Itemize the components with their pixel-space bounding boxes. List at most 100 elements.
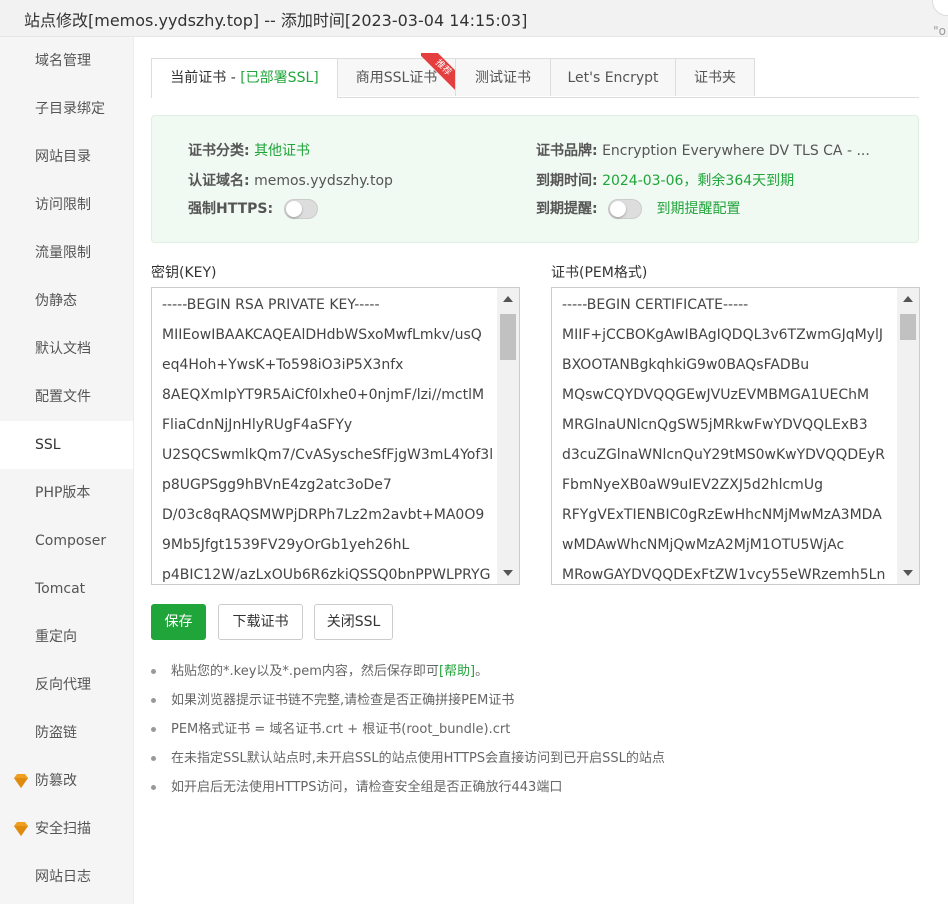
- tab-label: 当前证书 -: [170, 70, 241, 86]
- sidebar-item-label: Tomcat: [35, 581, 86, 597]
- scroll-down-icon[interactable]: [903, 570, 913, 576]
- window-title: 站点修改[memos.yydszhy.top] -- 添加时间[2023-03-…: [24, 11, 528, 30]
- cert-line: wMDAwWhcNMjQwMzA2MjM1OTU5WjAc: [562, 537, 845, 553]
- sidebar-item-label: 反向代理: [35, 677, 91, 693]
- save-button[interactable]: 保存: [151, 604, 206, 640]
- tab-commercial-ssl[interactable]: 商用SSL证书 推荐: [337, 53, 461, 96]
- cert-line: BXOOTANBgkqhkiG9w0BAQsFADBu: [562, 357, 810, 373]
- window-extra-text: "o: [933, 24, 946, 38]
- sidebar-item-composer[interactable]: Composer: [0, 517, 133, 565]
- expire-reminder-toggle[interactable]: [608, 199, 643, 219]
- sidebar-item-reverse-proxy[interactable]: 反向代理: [0, 661, 133, 709]
- sidebar-item-subdir[interactable]: 子目录绑定: [0, 85, 133, 133]
- expire-reminder: 到期提醒: 到期提醒配置: [536, 198, 741, 219]
- sidebar-item-label: 重定向: [35, 629, 77, 645]
- tip-item: 如果浏览器提示证书链不完整,请检查是否正确拼接PEM证书: [151, 686, 919, 715]
- tab-test-cert[interactable]: 测试证书: [455, 58, 551, 96]
- key-line: D/03c8qRAQSMWPjDRPh7Lz2m2avbt+MA0O9: [162, 507, 485, 523]
- sidebar-item-site-log[interactable]: 网站日志: [0, 853, 133, 901]
- force-https-label: 强制HTTPS:: [188, 201, 274, 217]
- gem-icon: [14, 822, 28, 836]
- sidebar-item-tamper-proof[interactable]: 防篡改: [0, 757, 133, 805]
- scroll-down-icon[interactable]: [503, 570, 513, 576]
- sidebar-item-site-dir[interactable]: 网站目录: [0, 133, 133, 181]
- tip-item: 如开启后无法使用HTTPS访问，请检查安全组是否正确放行443端口: [151, 773, 919, 802]
- sidebar-item-access-limit[interactable]: 访问限制: [0, 181, 133, 229]
- sidebar-item-tomcat[interactable]: Tomcat: [0, 565, 133, 613]
- gem-icon: [14, 774, 28, 788]
- tip-item: 在未指定SSL默认站点时,未开启SSL的站点使用HTTPS会直接访问到已开启SS…: [151, 744, 919, 773]
- cert-label: 证书(PEM格式): [551, 265, 648, 281]
- tab-cert-folder[interactable]: 证书夹: [675, 58, 755, 96]
- force-https: 强制HTTPS:: [188, 198, 318, 219]
- cert-expire: 到期时间: 2024-03-06，剩余364天到期: [536, 170, 794, 190]
- key-textarea[interactable]: -----BEGIN RSA PRIVATE KEY----- MIIEowIB…: [151, 287, 520, 585]
- scroll-up-icon[interactable]: [903, 296, 913, 302]
- tab-current-cert[interactable]: 当前证书 - [已部署SSL]: [151, 58, 338, 98]
- close-icon[interactable]: [932, 0, 948, 16]
- key-line: 9Mb5Jfgt1539FV29yOrGb1yeh26hL: [162, 537, 410, 553]
- scroll-up-icon[interactable]: [503, 296, 513, 302]
- sidebar-item-label: 域名管理: [35, 53, 91, 69]
- cert-info-panel: 证书分类: 其他证书 证书品牌: Encryption Everywhere D…: [151, 115, 919, 243]
- toggle-knob: [285, 201, 302, 217]
- sidebar-item-ssl[interactable]: SSL: [0, 421, 133, 469]
- sidebar-item-label: PHP版本: [35, 485, 91, 501]
- key-line: eq4Hoh+YwsK+To598iO3iP5X3nfx: [162, 357, 404, 373]
- cert-line: MIIF+jCCBOKgAwIBAgIQDQL3v6TZwmGJqMylJ: [562, 327, 883, 343]
- cert-brand-value: Encryption Everywhere DV TLS CA - ...: [602, 143, 870, 159]
- sidebar-item-default-doc[interactable]: 默认文档: [0, 325, 133, 373]
- tips-list: 粘贴您的*.key以及*.pem内容，然后保存即可[帮助]。 如果浏览器提示证书…: [151, 657, 919, 802]
- sidebar-item-domain[interactable]: 域名管理: [0, 37, 133, 85]
- key-content: -----BEGIN RSA PRIVATE KEY----- MIIEowIB…: [162, 294, 493, 584]
- cert-scrollbar[interactable]: [897, 288, 919, 584]
- key-scrollbar[interactable]: [497, 288, 519, 584]
- sidebar-item-rewrite[interactable]: 伪静态: [0, 277, 133, 325]
- tip-text: 粘贴您的*.key以及*.pem内容，然后保存即可: [171, 664, 439, 679]
- expire-reminder-label: 到期提醒:: [536, 201, 598, 217]
- sidebar-item-label: 配置文件: [35, 389, 91, 405]
- toggle-knob: [610, 201, 627, 217]
- cert-textarea[interactable]: -----BEGIN CERTIFICATE----- MIIF+jCCBOKg…: [551, 287, 920, 585]
- tab-label: 测试证书: [475, 70, 531, 86]
- sidebar-item-traffic-limit[interactable]: 流量限制: [0, 229, 133, 277]
- scroll-thumb[interactable]: [900, 314, 916, 340]
- cert-brand-label: 证书品牌:: [536, 143, 598, 159]
- sidebar-item-label: 默认文档: [35, 341, 91, 357]
- cert-expire-value: 2024-03-06，剩余364天到期: [602, 173, 795, 189]
- sidebar-item-label: 访问限制: [35, 197, 91, 213]
- reminder-config-link[interactable]: 到期提醒配置: [657, 201, 741, 217]
- cert-expire-label: 到期时间:: [536, 173, 598, 189]
- sidebar-item-config[interactable]: 配置文件: [0, 373, 133, 421]
- help-link[interactable]: [帮助]: [439, 664, 475, 679]
- tab-lets-encrypt[interactable]: Let's Encrypt: [550, 58, 676, 96]
- cert-tabs: 当前证书 - [已部署SSL] 商用SSL证书 推荐 测试证书 Let's En…: [151, 53, 919, 98]
- sidebar-item-label: 伪静态: [35, 293, 77, 309]
- close-ssl-button[interactable]: 关闭SSL: [314, 604, 393, 640]
- sidebar-item-label: 防盗链: [35, 725, 77, 741]
- sidebar-item-label: 子目录绑定: [35, 101, 105, 117]
- sidebar-item-label: SSL: [35, 437, 61, 453]
- cert-line: RFYgVExTIENBIC0gRzEwHhcNMjMwMzA3MDA: [562, 507, 882, 523]
- sidebar-item-security-scan[interactable]: 安全扫描: [0, 805, 133, 853]
- sidebar-item-label: 防篡改: [35, 773, 77, 789]
- sidebar-item-label: 流量限制: [35, 245, 91, 261]
- download-cert-button[interactable]: 下载证书: [218, 604, 303, 640]
- cert-brand: 证书品牌: Encryption Everywhere DV TLS CA - …: [536, 140, 870, 160]
- sidebar-item-php[interactable]: PHP版本: [0, 469, 133, 517]
- tip-item: 粘贴您的*.key以及*.pem内容，然后保存即可[帮助]。: [151, 657, 919, 686]
- tab-label: 证书夹: [694, 70, 736, 86]
- window-titlebar: 站点修改[memos.yydszhy.top] -- 添加时间[2023-03-…: [0, 0, 948, 38]
- cert-domain-label: 认证域名:: [188, 173, 250, 189]
- sidebar-item-redirect[interactable]: 重定向: [0, 613, 133, 661]
- key-line: U2SQCSwmlkQm7/CvASyscheSfFjgW3mL4Yof3l: [162, 447, 493, 463]
- cert-content: -----BEGIN CERTIFICATE----- MIIF+jCCBOKg…: [562, 294, 893, 584]
- cert-line: FbmNyeXB0aW9uIEV2ZXJ5d2hlcmUg: [562, 477, 823, 493]
- tip-text: 。: [475, 664, 489, 679]
- scroll-thumb[interactable]: [500, 314, 516, 360]
- force-https-toggle[interactable]: [283, 199, 318, 219]
- cert-category: 证书分类: 其他证书: [188, 140, 310, 160]
- cert-line: -----BEGIN CERTIFICATE-----: [562, 297, 749, 313]
- sidebar-item-hotlink[interactable]: 防盗链: [0, 709, 133, 757]
- cert-category-label: 证书分类:: [188, 143, 250, 159]
